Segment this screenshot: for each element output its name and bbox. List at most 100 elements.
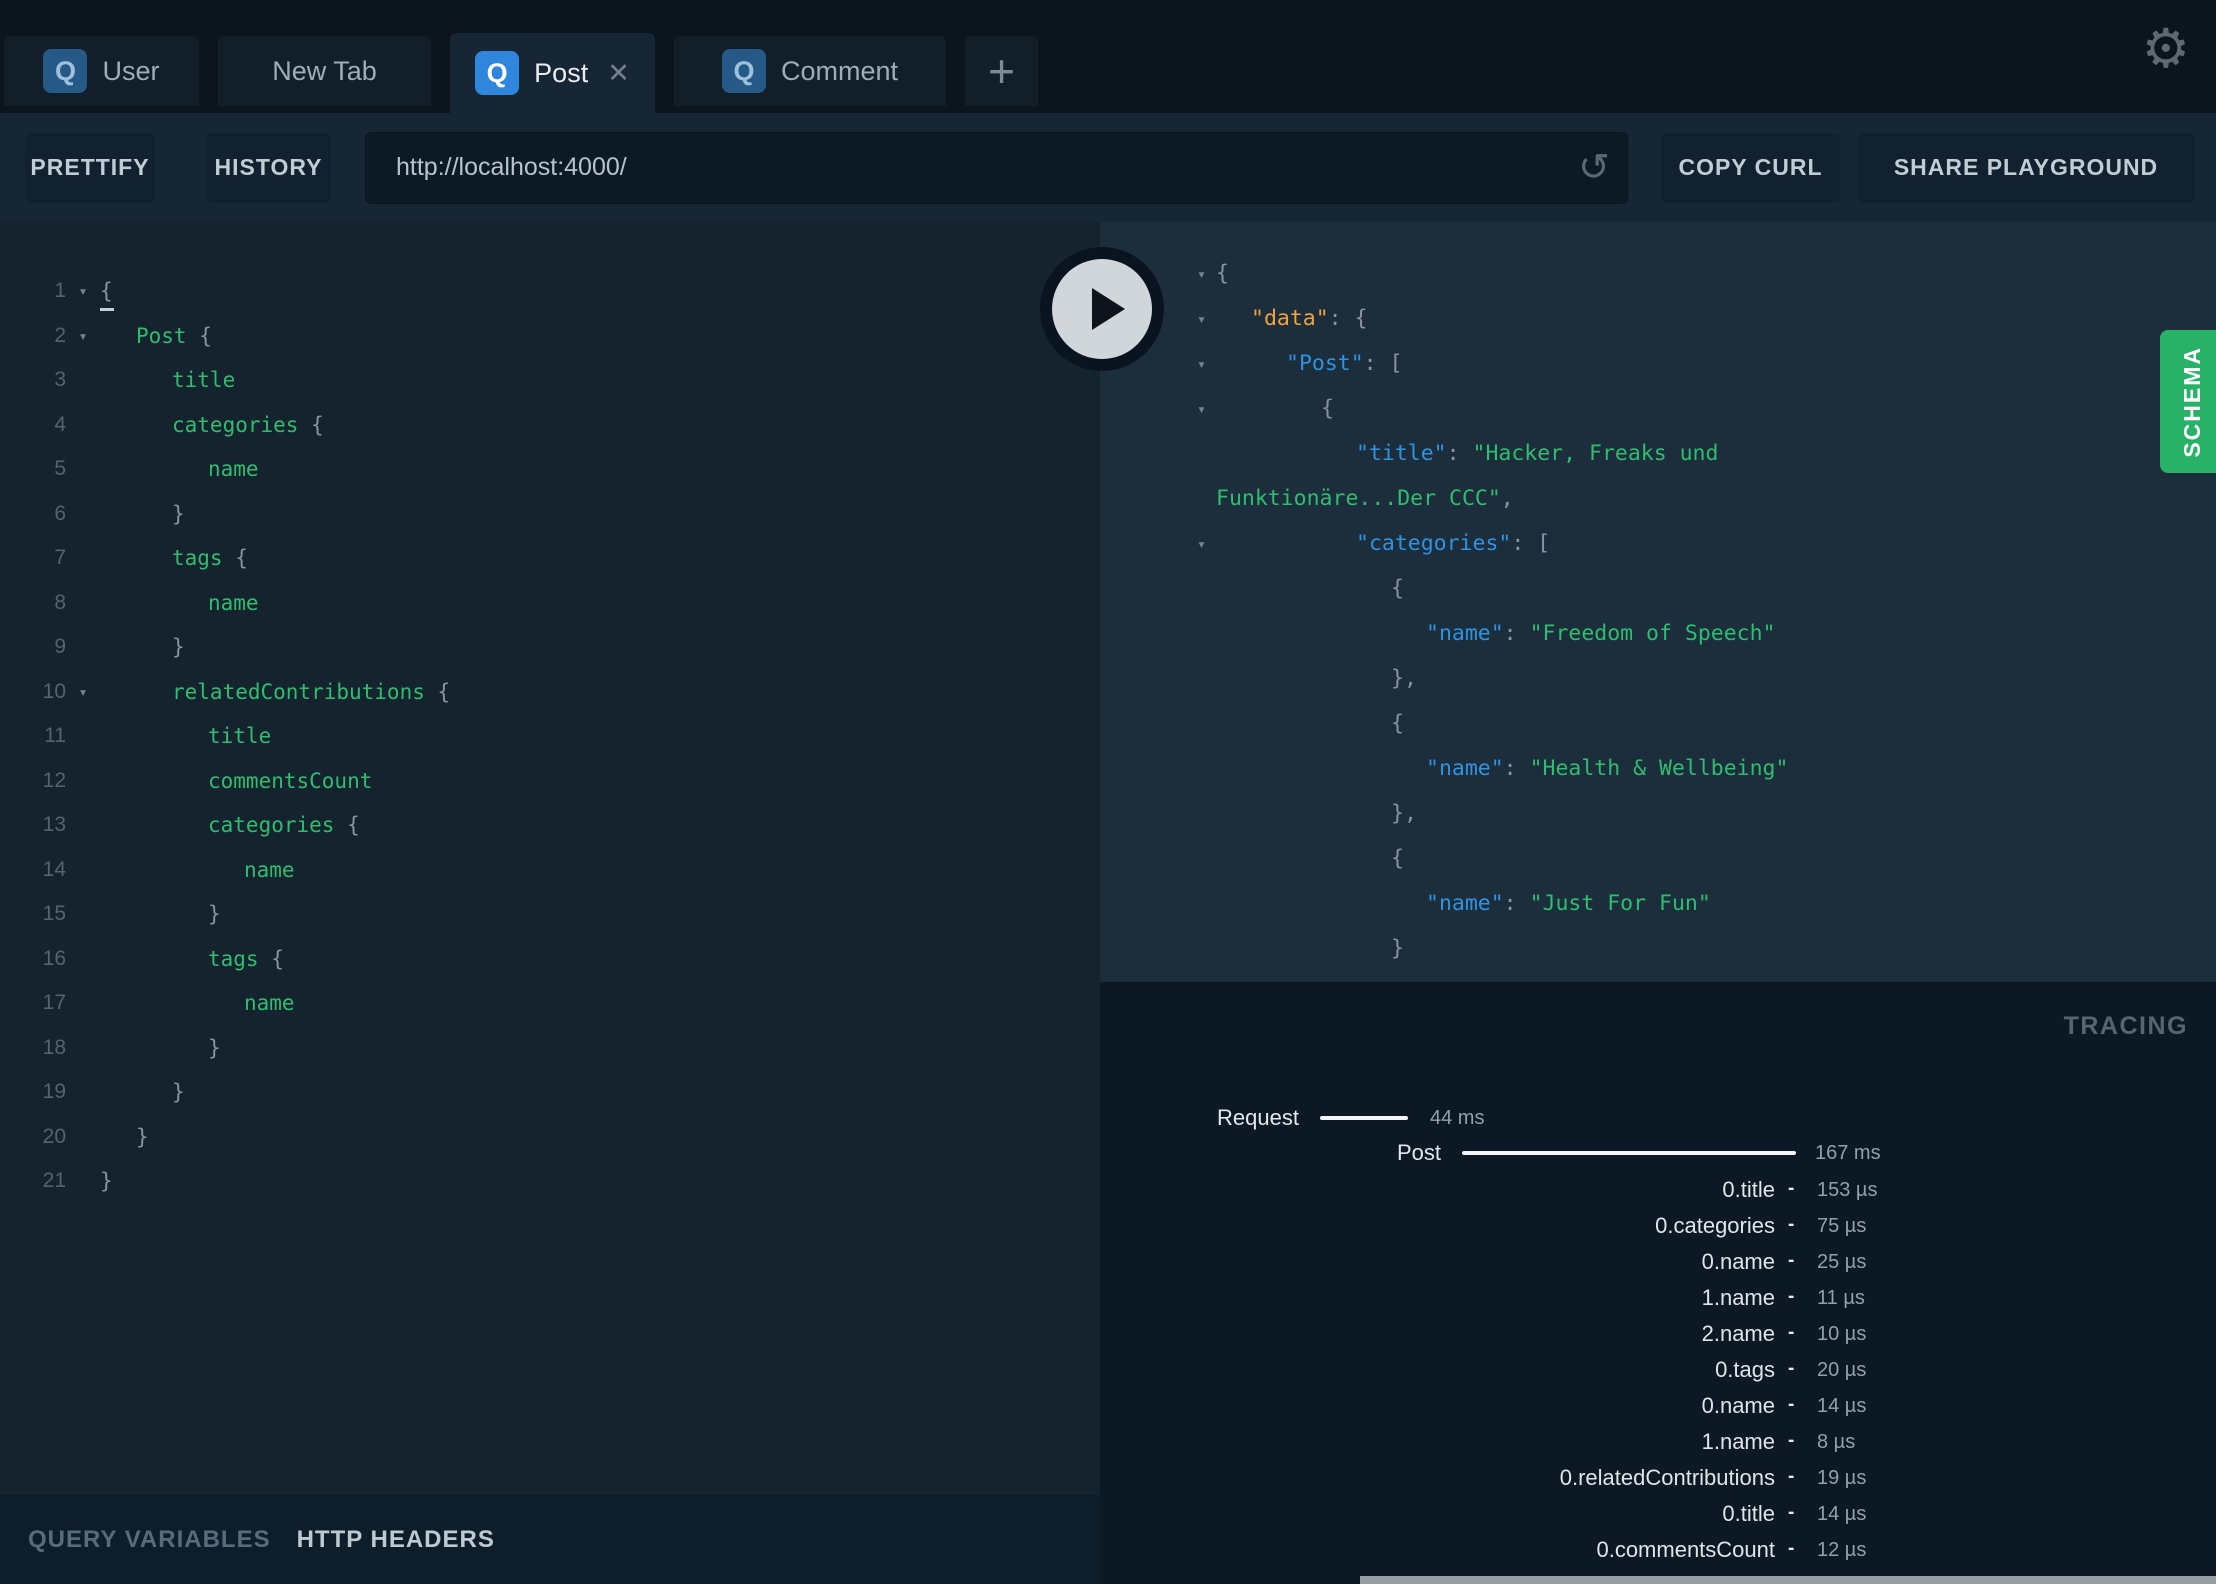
query-line: 11 title — [0, 714, 1100, 759]
response-line: Funktionäre...Der CCC", — [1100, 476, 2216, 521]
line-number: 5 — [54, 457, 66, 481]
response-line: ▾ "data": { — [1100, 296, 2216, 341]
resolver-path: 0.relatedContributions — [1559, 1465, 1775, 1490]
line-number: 20 — [42, 1124, 66, 1148]
code-token: title — [208, 724, 272, 749]
query-variables-tab[interactable]: QUERY VARIABLES — [28, 1526, 271, 1554]
code-token: { — [222, 546, 248, 571]
tab-new-tab[interactable]: New Tab — [218, 36, 431, 106]
resolver-dash: - — [1788, 1214, 1795, 1235]
resolver-duration: 19 µs — [1817, 1467, 1867, 1489]
share-playground-button[interactable]: SHARE PLAYGROUND — [1857, 132, 2195, 203]
query-code: } — [100, 1169, 113, 1193]
query-code: title — [100, 724, 271, 748]
execute-query-button[interactable] — [1040, 247, 1164, 371]
fold-arrow-icon[interactable]: ▾ — [66, 282, 100, 300]
tracing-panel: TRACING Request 44 ms Post 167 ms 0.title -15… — [1100, 982, 2216, 1584]
line-number: 6 — [54, 501, 66, 525]
query-editor-pane[interactable]: 1 ▾{2 ▾ Post {3 title 4 categories {5 name 6} 7 ta… — [0, 222, 1100, 1495]
tracing-resolver-row: 0.tags - 20 µs — [1100, 1352, 2216, 1388]
code-token: : [ — [1511, 531, 1551, 556]
code-token: , — [1500, 486, 1514, 511]
line-number: 8 — [54, 590, 66, 614]
editor-footer: QUERY VARIABLES HTTP HEADERS — [0, 1495, 1100, 1584]
request-toolbar: PRETTIFY HISTORY ↺ COPY CURL SHARE PLAYG… — [0, 113, 2216, 222]
code-token: } — [208, 902, 221, 927]
fold-arrow-icon[interactable]: ▾ — [1100, 400, 1216, 418]
resolver-duration: 75 µs — [1817, 1215, 1867, 1237]
horizontal-scrollbar[interactable] — [1360, 1576, 2216, 1584]
span-duration-bar — [1462, 1151, 1796, 1155]
tracing-resolver-row: 0.name - 25 µs — [1100, 1244, 2216, 1280]
resolver-path: 1.name — [1701, 1429, 1775, 1454]
response-code: "title": "Hacker, Freaks und — [1216, 441, 1718, 466]
resolver-dash: - — [1788, 1250, 1795, 1271]
code-token: : { — [1328, 306, 1368, 331]
query-line: 17 name — [0, 981, 1100, 1026]
copy-curl-button[interactable]: COPY CURL — [1661, 132, 1840, 203]
code-token: "Hacker, Freaks und — [1472, 441, 1719, 466]
tab-label: New Tab — [272, 55, 377, 86]
query-line: 12 commentsCount — [0, 759, 1100, 804]
code-token: name — [244, 991, 295, 1016]
code-token: : — [1503, 621, 1530, 646]
response-code: { — [1216, 261, 1229, 286]
query-line: 16 tags { — [0, 937, 1100, 982]
fold-arrow-icon[interactable]: ▾ — [66, 327, 100, 345]
query-code: } — [100, 502, 185, 526]
endpoint-url-input[interactable] — [365, 131, 1628, 204]
response-line: "name": "Freedom of Speech" — [1100, 611, 2216, 656]
code-token: { — [1321, 396, 1334, 421]
query-line: 7 tags { — [0, 536, 1100, 581]
code-token: title — [172, 368, 236, 393]
line-number: 1 — [54, 279, 66, 303]
resolver-path: 1.name — [1701, 1285, 1775, 1310]
response-code: Funktionäre...Der CCC", — [1216, 486, 1514, 511]
close-icon[interactable]: ✕ — [607, 58, 630, 89]
prettify-button[interactable]: PRETTIFY — [25, 132, 155, 203]
line-number: 2 — [54, 323, 66, 347]
tab-comment[interactable]: Q Comment — [674, 36, 946, 106]
query-code: categories { — [100, 413, 324, 437]
resolver-path: 0.tags — [1715, 1357, 1775, 1382]
response-line: }, — [1100, 656, 2216, 701]
response-json: ▾{▾ "data": {▾ "Post": [▾{"title": "Hacker… — [1100, 222, 2216, 982]
query-code: name — [100, 858, 295, 882]
response-line: ▾{ — [1100, 386, 2216, 431]
query-line: 5 name — [0, 447, 1100, 492]
tracing-resolver-row: 0.relatedContributions - 19 µs — [1100, 1460, 2216, 1496]
fold-arrow-icon[interactable]: ▾ — [1100, 535, 1216, 553]
schema-sidebar-button[interactable]: SCHEMA — [2160, 330, 2216, 473]
response-line: ▾ "categories": [ — [1100, 521, 2216, 566]
response-line: { — [1100, 701, 2216, 746]
new-tab-button[interactable]: + — [965, 36, 1038, 106]
settings-gear-icon[interactable]: ⚙ — [2142, 22, 2190, 76]
code-token: "Freedom of Speech" — [1529, 621, 1776, 646]
line-number: 15 — [42, 902, 66, 926]
history-button[interactable]: HISTORY — [206, 132, 331, 203]
resolver-duration: 25 µs — [1817, 1251, 1867, 1273]
code-token: "Just For Fun" — [1529, 891, 1711, 916]
http-headers-tab[interactable]: HTTP HEADERS — [297, 1526, 495, 1554]
query-line: 3 title — [0, 358, 1100, 403]
code-token: name — [208, 590, 259, 615]
tracing-resolver-row: 0.title - 153 µs — [1100, 1172, 2216, 1208]
query-code: tags { — [100, 546, 248, 570]
tab-post[interactable]: Q Post ✕ — [450, 33, 655, 113]
query-type-badge: Q — [43, 49, 88, 93]
resolver-dash: - — [1788, 1502, 1795, 1523]
resolver-dash: - — [1788, 1466, 1795, 1487]
tracing-resolver-row: 1.name - 8 µs — [1100, 1424, 2216, 1460]
tracing-span-row: Request 44 ms — [1100, 1100, 2216, 1136]
refresh-schema-icon[interactable]: ↺ — [1578, 149, 1610, 187]
query-line: 9} — [0, 625, 1100, 670]
resolver-duration: 8 µs — [1817, 1431, 1856, 1453]
resolver-dash: - — [1788, 1538, 1795, 1559]
fold-arrow-icon[interactable]: ▾ — [66, 683, 100, 701]
code-token: "Post" — [1286, 351, 1364, 376]
tab-user[interactable]: Q User — [4, 36, 199, 106]
response-line: { — [1100, 566, 2216, 611]
query-code: commentsCount — [100, 769, 372, 793]
query-editor-lines: 1 ▾{2 ▾ Post {3 title 4 categories {5 name 6} 7 ta… — [0, 222, 1100, 1204]
tab-label: Comment — [780, 55, 899, 86]
